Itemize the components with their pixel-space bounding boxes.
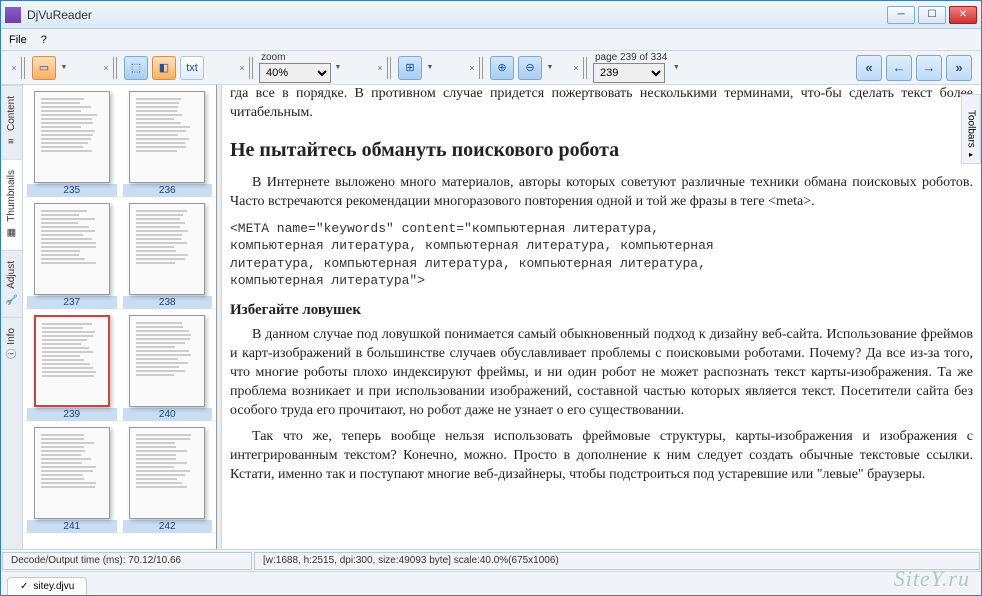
thumbnail-image [34, 91, 110, 183]
thumbnail-image [34, 203, 110, 295]
thumbnail-page-number: 238 [123, 296, 213, 309]
select-region-button[interactable]: ⬚ [124, 56, 148, 80]
toolbar-close-5[interactable]: × [467, 63, 477, 73]
thumbnail-image [129, 427, 205, 519]
thumbnail-image [34, 427, 110, 519]
sidebar-tabs: ≡Content ▦Thumbnails 🔧Adjust ⓘInfo [1, 85, 23, 549]
adjust-icon: 🔧 [5, 293, 19, 307]
next-page-button[interactable]: → [916, 55, 942, 81]
toolbar-grip-1[interactable] [21, 57, 27, 79]
toolbar-grip-4[interactable] [387, 57, 393, 79]
doc-text: гда все в порядке. В противном случае пр… [230, 85, 973, 123]
view-mode-button[interactable]: ⊞ [398, 56, 422, 80]
text-mode-button[interactable]: txt [180, 56, 204, 80]
thumbnail[interactable]: 238 [123, 203, 213, 309]
zoom-dropdown[interactable]: ▼ [333, 56, 343, 80]
toolbar-close-4[interactable]: × [375, 63, 385, 73]
zoom-out-button[interactable]: ⊖ [518, 56, 542, 80]
status-decode-time: Decode/Output time (ms): 70.12/10.66 [2, 552, 252, 570]
titlebar: DjVuReader ─ ☐ ✕ [1, 1, 981, 29]
file-tab[interactable]: ✓ sitey.djvu [7, 577, 87, 595]
statusbar: Decode/Output time (ms): 70.12/10.66 [w:… [1, 549, 981, 571]
thumbnail[interactable]: 237 [27, 203, 117, 309]
document-view[interactable]: гда все в порядке. В противном случае пр… [222, 85, 981, 549]
doc-text: В данном случае под ловушкой понимается … [230, 326, 973, 420]
layout-dropdown[interactable]: ▼ [59, 56, 69, 80]
sidebar-tab-content[interactable]: ≡Content [1, 85, 22, 159]
sidebar-tab-adjust[interactable]: 🔧Adjust [1, 250, 22, 317]
thumbnail-page-number: 237 [27, 296, 117, 309]
body: ≡Content ▦Thumbnails 🔧Adjust ⓘInfo 23523… [1, 85, 981, 549]
sidebar-tab-info[interactable]: ⓘInfo [1, 317, 22, 373]
toolbars-label: Toolbars [966, 110, 977, 148]
right-panel-tab[interactable]: Toolbars ▸ [961, 94, 981, 164]
sidebar-tab-thumbnails[interactable]: ▦Thumbnails [1, 159, 22, 250]
toolbar-grip-6[interactable] [583, 57, 589, 79]
chevron-icon: ▸ [967, 150, 976, 159]
layout-button[interactable]: ▭ [32, 56, 56, 80]
thumbnail[interactable]: 236 [123, 91, 213, 197]
toolbar-close-3[interactable]: × [237, 63, 247, 73]
document-page: гда все в порядке. В противном случае пр… [230, 85, 973, 485]
thumbnail-image [129, 315, 205, 407]
prev-page-button[interactable]: ← [886, 55, 912, 81]
thumbnails-panel: 235 236 237 238 239 240 241 242 [23, 85, 217, 549]
thumbnail[interactable]: 241 [27, 427, 117, 533]
zoom-select[interactable]: 40% [259, 63, 331, 83]
toolbar-grip-2[interactable] [113, 57, 119, 79]
thumbnail-image [129, 91, 205, 183]
thumbnail[interactable]: 235 [27, 91, 117, 197]
page-label: page 239 of 334 [595, 52, 667, 63]
file-tab-label: sitey.djvu [33, 581, 74, 592]
check-icon: ✓ [20, 581, 28, 592]
maximize-button[interactable]: ☐ [918, 6, 946, 24]
menu-help[interactable]: ? [41, 34, 47, 46]
doc-text: В Интернете выложено много материалов, а… [230, 174, 973, 212]
doc-text: Так что же, теперь вообще нельзя использ… [230, 428, 973, 485]
thumbnail-page-number: 242 [123, 520, 213, 533]
thumbnails-icon: ▦ [5, 226, 19, 240]
toolbar-close-1[interactable]: × [9, 63, 19, 73]
doc-heading: Не пытайтесь обмануть поискового робота [230, 137, 973, 164]
thumbnail-image [129, 203, 205, 295]
thumbnail-page-number: 235 [27, 184, 117, 197]
last-page-button[interactable]: » [946, 55, 972, 81]
thumbnail[interactable]: 242 [123, 427, 213, 533]
menu-file[interactable]: File [9, 34, 27, 46]
content-icon: ≡ [5, 135, 19, 149]
thumbnail[interactable]: 239 [27, 315, 117, 421]
status-image-info: [w:1688, h:2515, dpi:300, size:49093 byt… [254, 552, 980, 570]
toolbar: × ▭ ▼ × ⬚ ◧ txt × zoom 40% ▼ × ⊞ ▼ × ⊕ ⊖… [1, 51, 981, 85]
thumbnail-page-number: 240 [123, 408, 213, 421]
zoom-in-button[interactable]: ⊕ [490, 56, 514, 80]
window-title: DjVuReader [27, 8, 887, 22]
thumbnail[interactable]: 240 [123, 315, 213, 421]
doc-code: <META name="keywords" content="компьютер… [230, 220, 973, 290]
image-mode-button[interactable]: ◧ [152, 56, 176, 80]
view-mode-dropdown[interactable]: ▼ [425, 56, 435, 80]
info-icon: ⓘ [5, 348, 19, 362]
minimize-button[interactable]: ─ [887, 6, 915, 24]
close-button[interactable]: ✕ [949, 6, 977, 24]
toolbar-grip-5[interactable] [479, 57, 485, 79]
watermark: SiteY.ru [894, 566, 970, 592]
thumbnail-page-number: 239 [27, 408, 117, 421]
app-window: DjVuReader ─ ☐ ✕ File ? × ▭ ▼ × ⬚ ◧ txt … [0, 0, 982, 596]
menubar: File ? [1, 29, 981, 51]
zoom-tools-dropdown[interactable]: ▼ [545, 56, 555, 80]
thumbnail-image [34, 315, 110, 407]
toolbar-grip-3[interactable] [249, 57, 255, 79]
doc-subheading: Избегайте ловушек [230, 300, 973, 320]
page-select[interactable]: 239 [593, 63, 665, 83]
thumbnail-page-number: 241 [27, 520, 117, 533]
app-icon [5, 7, 21, 23]
toolbar-close-2[interactable]: × [101, 63, 111, 73]
toolbar-close-6[interactable]: × [571, 63, 581, 73]
thumbnail-page-number: 236 [123, 184, 213, 197]
document-tabs: ✓ sitey.djvu SiteY.ru [1, 571, 981, 595]
page-dropdown[interactable]: ▼ [671, 56, 681, 80]
zoom-label: zoom [261, 52, 285, 63]
first-page-button[interactable]: « [856, 55, 882, 81]
